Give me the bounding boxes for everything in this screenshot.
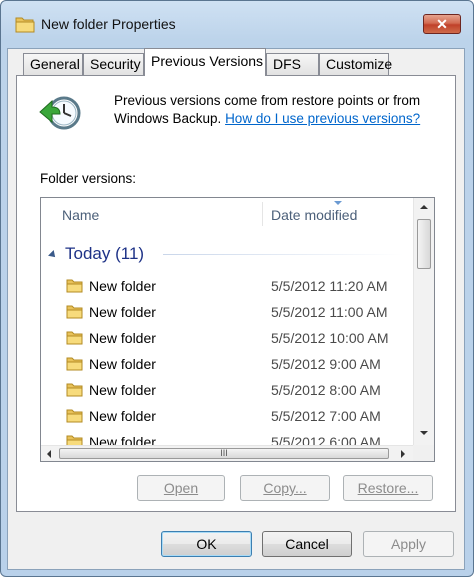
scroll-right-icon[interactable] [401, 450, 405, 458]
vertical-scrollbar[interactable] [413, 198, 434, 445]
column-separator[interactable] [262, 202, 263, 226]
folder-icon [66, 331, 83, 345]
folder-icon [66, 305, 83, 319]
item-name: New folder [89, 330, 156, 346]
tab-previous-versions[interactable]: Previous Versions [144, 48, 266, 76]
folder-icon [66, 357, 83, 371]
group-header-today[interactable]: Today (11) [48, 244, 144, 264]
scrollbar-corner [413, 445, 434, 461]
list-item[interactable]: New folder 5/5/2012 7:00 AM [41, 404, 413, 430]
item-date: 5/5/2012 7:00 AM [271, 408, 381, 424]
close-button[interactable]: ✕ [423, 14, 461, 34]
folder-icon [15, 17, 35, 33]
ok-button[interactable]: OK [161, 531, 252, 557]
restore-clock-icon [39, 96, 81, 130]
item-date: 5/5/2012 8:00 AM [271, 382, 381, 398]
scroll-left-icon[interactable] [47, 450, 51, 458]
horizontal-scrollbar[interactable]: III [41, 445, 413, 461]
window-title: New folder Properties [41, 16, 176, 32]
cancel-button[interactable]: Cancel [262, 531, 352, 557]
list-item[interactable]: New folder 5/5/2012 10:00 AM [41, 326, 413, 352]
folder-icon [66, 409, 83, 423]
item-name: New folder [89, 356, 156, 372]
column-header-date-modified[interactable]: Date modified [271, 198, 357, 228]
list-item[interactable]: New folder 5/5/2012 11:20 AM [41, 274, 413, 300]
list-item[interactable]: New folder 5/5/2012 8:00 AM [41, 378, 413, 404]
title-bar[interactable]: New folder Properties ✕ [1, 1, 473, 49]
folder-icon [66, 279, 83, 293]
group-divider [163, 254, 403, 255]
column-header-name[interactable]: Name [62, 198, 99, 228]
restore-button[interactable]: Restore... [343, 475, 433, 501]
open-button[interactable]: Open [137, 475, 225, 501]
item-date: 5/5/2012 9:00 AM [271, 356, 381, 372]
list-item[interactable]: New folder 5/5/2012 9:00 AM [41, 352, 413, 378]
folder-versions-list[interactable]: Name Date modified Today (11) New folder… [40, 197, 435, 462]
tab-general[interactable]: General [23, 53, 83, 75]
item-name: New folder [89, 304, 156, 320]
item-name: New folder [89, 382, 156, 398]
tab-security[interactable]: Security [83, 53, 144, 75]
horizontal-scroll-thumb[interactable]: III [59, 448, 389, 459]
item-name: New folder [89, 278, 156, 294]
tab-dfs[interactable]: DFS [266, 53, 319, 75]
vertical-scroll-thumb[interactable] [417, 219, 431, 269]
item-date: 5/5/2012 11:20 AM [271, 278, 388, 294]
scroll-up-icon[interactable] [420, 205, 428, 209]
help-link[interactable]: How do I use previous versions? [225, 111, 420, 126]
scroll-down-icon[interactable] [420, 431, 428, 435]
tab-customize[interactable]: Customize [319, 53, 392, 75]
item-name: New folder [89, 408, 156, 424]
item-date: 5/5/2012 10:00 AM [271, 330, 389, 346]
list-item[interactable]: New folder 5/5/2012 11:00 AM [41, 300, 413, 326]
folder-icon [66, 383, 83, 397]
description-text: Previous versions come from restore poin… [114, 93, 421, 126]
apply-button[interactable]: Apply [363, 531, 454, 557]
folder-versions-label: Folder versions: [40, 171, 137, 186]
copy-button[interactable]: Copy... [240, 475, 330, 501]
collapse-arrow-icon[interactable] [48, 249, 58, 260]
item-date: 5/5/2012 11:00 AM [271, 304, 388, 320]
